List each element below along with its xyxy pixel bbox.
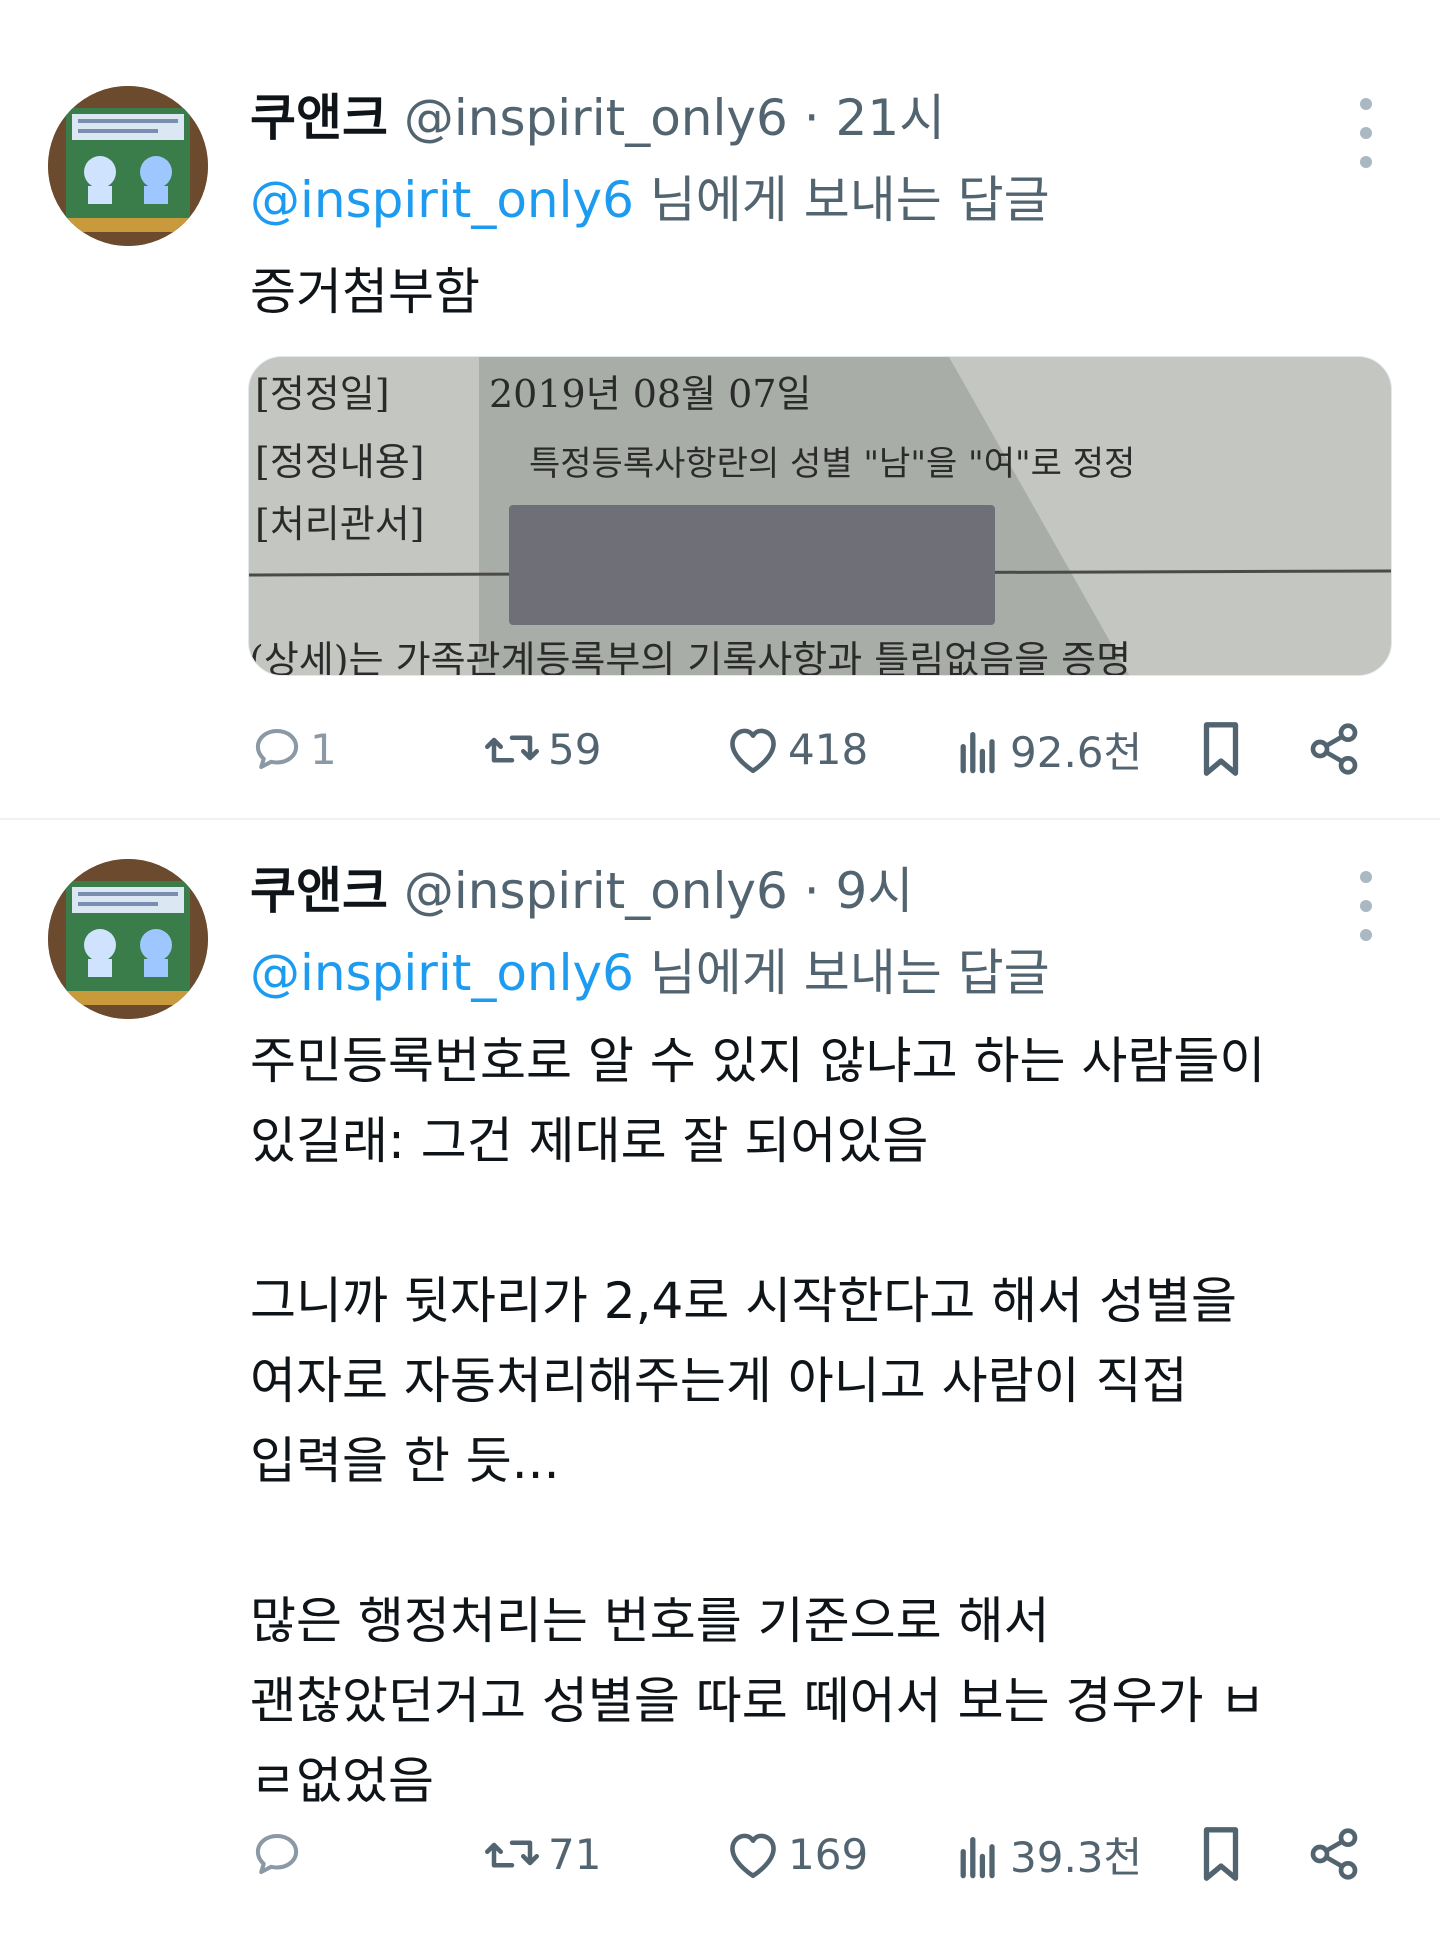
tweet-media-image[interactable]: [정정일] 2019년 08월 07일 [정정내용] 특정등록사항란의 성별 "…	[248, 356, 1392, 676]
repost-button[interactable]: 71	[482, 1819, 601, 1889]
more-icon[interactable]	[1346, 98, 1386, 168]
separator: ·	[803, 89, 820, 147]
repost-count: 71	[548, 1829, 602, 1879]
doc-value: 특정등록사항란의 성별 "남"을 "여"로 정정	[529, 444, 1135, 484]
share-button[interactable]	[1306, 1819, 1362, 1889]
views-count: 92.6천	[1010, 727, 1143, 777]
views-button[interactable]: 39.3천	[956, 1819, 1142, 1889]
reply-mention[interactable]: @inspirit_only6	[250, 171, 634, 229]
repost-icon	[485, 735, 539, 763]
tweet[interactable]: 쿠앤크 @inspirit_only6 · 21시 @inspirit_only…	[0, 0, 1440, 818]
doc-footer: (상세)는 가족관계등록부의 기록사항과 틀림없음을 증명	[249, 638, 1131, 675]
bookmark-icon	[1203, 1827, 1239, 1881]
repost-count: 59	[548, 724, 602, 774]
views-icon	[960, 1836, 995, 1879]
reply-icon	[255, 1833, 299, 1875]
reply-suffix: 님에게 보내는 답글	[649, 944, 1050, 1002]
timestamp[interactable]: 21시	[836, 89, 946, 147]
tweet-text: 증거첨부함	[250, 263, 480, 321]
bookmark-button[interactable]	[1196, 714, 1246, 784]
author-handle[interactable]: @inspirit_only6	[404, 89, 788, 147]
tweet-actions: 1 59 418 92.6천	[0, 714, 1440, 784]
reply-to-line: @inspirit_only6 님에게 보내는 답글	[250, 170, 1050, 230]
tweet-text: 주민등록번호로 알 수 있지 않냐고 하는 사람들이 있길래: 그건 제대로 잘…	[250, 1032, 1266, 1810]
avatar-image	[48, 86, 208, 246]
bookmark-icon	[1203, 722, 1239, 776]
views-count: 39.3천	[1010, 1832, 1143, 1882]
doc-value: 2019년 08월 07일	[489, 372, 811, 416]
doc-label: [정정내용]	[255, 440, 425, 484]
views-button[interactable]: 92.6천	[956, 714, 1142, 784]
like-count: 169	[788, 1829, 869, 1879]
avatar[interactable]	[48, 859, 208, 1019]
like-count: 418	[788, 724, 869, 774]
reply-suffix: 님에게 보내는 답글	[649, 171, 1050, 229]
bookmark-button[interactable]	[1196, 1819, 1246, 1889]
reply-button[interactable]	[250, 1819, 310, 1889]
avatar-image	[48, 859, 208, 1019]
author-name[interactable]: 쿠앤크	[250, 862, 388, 920]
timestamp[interactable]: 9시	[836, 862, 914, 920]
like-icon	[730, 1833, 776, 1879]
share-button[interactable]	[1306, 714, 1362, 784]
reply-button[interactable]: 1	[250, 714, 337, 784]
reply-mention[interactable]: @inspirit_only6	[250, 944, 634, 1002]
share-icon	[1310, 1828, 1358, 1880]
more-icon[interactable]	[1346, 871, 1386, 941]
separator: ·	[803, 862, 820, 920]
like-icon	[730, 728, 776, 774]
tweet-header: 쿠앤크 @inspirit_only6 · 9시	[250, 861, 913, 921]
like-button[interactable]: 418	[724, 714, 868, 784]
repost-button[interactable]: 59	[482, 714, 601, 784]
doc-label: [정정일]	[255, 372, 390, 416]
repost-icon	[485, 1840, 539, 1868]
reply-icon	[255, 728, 299, 770]
avatar[interactable]	[48, 86, 208, 246]
doc-label: [처리관서]	[255, 502, 425, 546]
reply-to-line: @inspirit_only6 님에게 보내는 답글	[250, 943, 1050, 1003]
share-icon	[1310, 723, 1358, 775]
views-icon	[960, 731, 995, 774]
reply-count: 1	[310, 724, 337, 774]
tweet-actions: 71 169 39.3천	[0, 1819, 1440, 1889]
author-handle[interactable]: @inspirit_only6	[404, 862, 788, 920]
tweet-header: 쿠앤크 @inspirit_only6 · 21시	[250, 88, 945, 148]
tweet[interactable]: 쿠앤크 @inspirit_only6 · 9시 @inspirit_only6…	[0, 819, 1440, 1941]
like-button[interactable]: 169	[724, 1819, 868, 1889]
author-name[interactable]: 쿠앤크	[250, 89, 388, 147]
